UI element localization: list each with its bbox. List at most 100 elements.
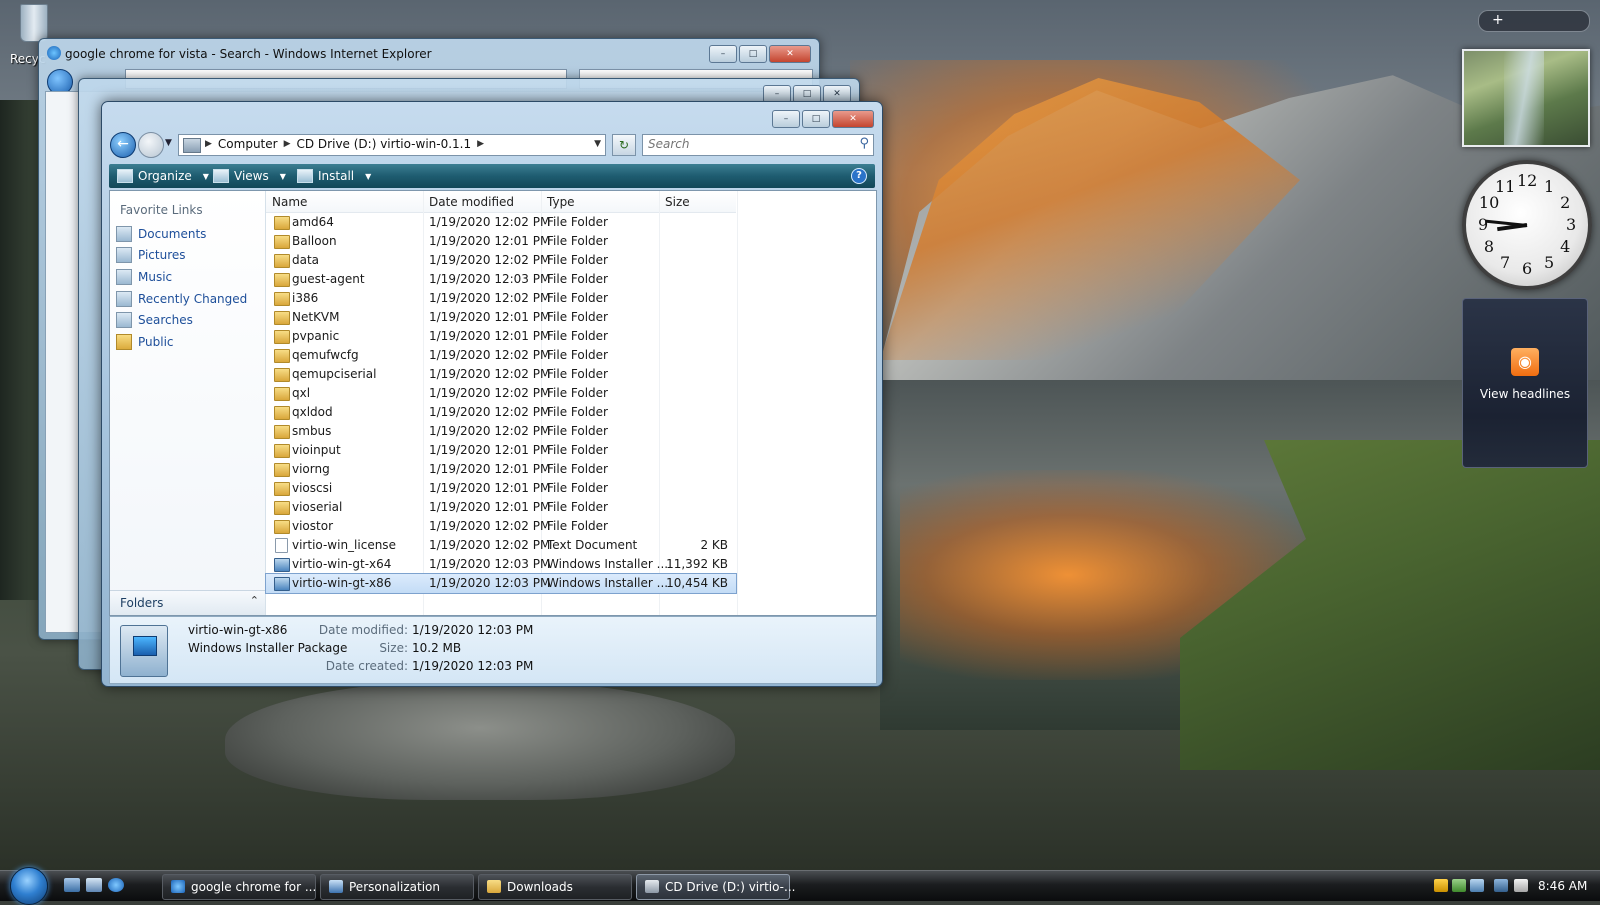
- taskbar-button-ie[interactable]: google chrome for ...: [162, 874, 316, 900]
- sidebar-controls[interactable]: +: [1478, 10, 1590, 32]
- table-row[interactable]: virtio-win_license 1/19/2020 12:02 PM Text…: [266, 536, 736, 555]
- forward-button[interactable]: [138, 132, 164, 158]
- taskbar-button-label: Personalization: [349, 880, 440, 894]
- search-icon[interactable]: ⚲: [859, 136, 869, 151]
- install-button[interactable]: Install ▼: [297, 167, 371, 185]
- search-box[interactable]: ⚲: [642, 134, 874, 156]
- favorite-link-public[interactable]: Public: [116, 331, 247, 353]
- minimize-button[interactable]: –: [772, 110, 800, 128]
- favorite-link-documents[interactable]: Documents: [116, 223, 247, 245]
- column-headers: Name Date modified Type Size: [266, 191, 736, 213]
- recycle-bin-icon: [20, 4, 48, 42]
- file-date-modified: 1/19/2020 12:03 PM: [429, 272, 551, 286]
- start-button[interactable]: [10, 867, 48, 905]
- file-size: 10,454 KB: [666, 576, 728, 590]
- file-name: qxldod: [292, 405, 333, 419]
- explorer-window[interactable]: – □ ✕ ← ▼ ▶ Computer ▶ CD Drive (D:) vir…: [101, 101, 883, 687]
- minimize-button[interactable]: –: [709, 45, 737, 63]
- taskbar-button-cd-drive[interactable]: CD Drive (D:) virtio-...: [636, 874, 795, 900]
- details-date-modified: 1/19/2020 12:03 PM: [412, 623, 534, 637]
- display-icon[interactable]: [1494, 879, 1508, 892]
- table-row[interactable]: qemupciserial 1/19/2020 12:02 PM File Fold…: [266, 365, 736, 384]
- table-row[interactable]: Balloon 1/19/2020 12:01 PM File Folder: [266, 232, 736, 251]
- pictures-icon: [116, 247, 132, 264]
- table-row[interactable]: vioserial 1/19/2020 12:01 PM File Folder: [266, 498, 736, 517]
- favorite-link-searches[interactable]: Searches: [116, 309, 247, 331]
- file-name: vioinput: [292, 443, 341, 457]
- file-date-modified: 1/19/2020 12:01 PM: [429, 234, 551, 248]
- show-desktop-icon[interactable]: [64, 878, 80, 892]
- breadcrumb-cd-drive[interactable]: CD Drive (D:) virtio-win-0.1.1: [297, 137, 472, 151]
- views-button[interactable]: Views ▼: [213, 167, 286, 185]
- file-type: File Folder: [547, 253, 608, 267]
- table-row[interactable]: pvpanic 1/19/2020 12:01 PM File Folder: [266, 327, 736, 346]
- volume-muted-icon[interactable]: [1514, 879, 1528, 892]
- file-name: smbus: [292, 424, 332, 438]
- maximize-button[interactable]: □: [739, 45, 767, 63]
- folders-toggle[interactable]: Folders ⌃: [110, 590, 265, 615]
- table-row[interactable]: viorng 1/19/2020 12:01 PM File Folder: [266, 460, 736, 479]
- breadcrumb-computer[interactable]: Computer: [218, 137, 278, 151]
- address-bar[interactable]: ▶ Computer ▶ CD Drive (D:) virtio-win-0.…: [178, 134, 606, 156]
- table-row[interactable]: NetKVM 1/19/2020 12:01 PM File Folder: [266, 308, 736, 327]
- ie-quick-launch-icon[interactable]: [108, 878, 124, 892]
- table-row[interactable]: qemufwcfg 1/19/2020 12:02 PM File Folder: [266, 346, 736, 365]
- taskbar-button-folder[interactable]: Downloads: [478, 874, 632, 900]
- table-row[interactable]: vioscsi 1/19/2020 12:01 PM File Folder: [266, 479, 736, 498]
- help-icon[interactable]: ?: [851, 168, 867, 184]
- close-button[interactable]: ✕: [832, 110, 874, 128]
- refresh-button[interactable]: ↻: [612, 134, 636, 156]
- favorite-link-music[interactable]: Music: [116, 266, 247, 288]
- back-button[interactable]: ←: [110, 132, 136, 158]
- table-row[interactable]: data 1/19/2020 12:02 PM File Folder: [266, 251, 736, 270]
- file-type: File Folder: [547, 443, 608, 457]
- chevron-right-icon[interactable]: ▶: [205, 139, 212, 149]
- switch-windows-icon[interactable]: [86, 878, 102, 892]
- table-row[interactable]: qxldod 1/19/2020 12:02 PM File Folder: [266, 403, 736, 422]
- table-row[interactable]: amd64 1/19/2020 12:02 PM File Folder: [266, 213, 736, 232]
- table-row[interactable]: guest-agent 1/19/2020 12:03 PM File Folder: [266, 270, 736, 289]
- taskbar-clock[interactable]: 8:46 AM: [1538, 879, 1587, 893]
- taskbar-button-personalization[interactable]: Personalization: [320, 874, 474, 900]
- recent-pages-dropdown[interactable]: ▼: [165, 138, 172, 148]
- chevron-right-icon[interactable]: ▶: [477, 139, 484, 149]
- table-row[interactable]: virtio-win-gt-x86 1/19/2020 12:03 PM Windo…: [265, 573, 737, 594]
- organize-button[interactable]: Organize ▼: [117, 167, 209, 185]
- windows-update-icon[interactable]: [1470, 879, 1484, 892]
- file-type: File Folder: [547, 481, 608, 495]
- clock-numeral: 12: [1517, 171, 1538, 190]
- network-icon[interactable]: [1452, 879, 1466, 892]
- file-date-modified: 1/19/2020 12:02 PM: [429, 405, 551, 419]
- security-shield-icon[interactable]: [1434, 879, 1448, 892]
- table-row[interactable]: viostor 1/19/2020 12:02 PM File Folder: [266, 517, 736, 536]
- table-row[interactable]: qxl 1/19/2020 12:02 PM File Folder: [266, 384, 736, 403]
- favorite-link-pictures[interactable]: Pictures: [116, 245, 247, 267]
- taskbar-button-label: google chrome for ...: [191, 880, 317, 894]
- add-gadget-icon[interactable]: +: [1492, 12, 1504, 28]
- chevron-down-icon: ▼: [202, 171, 209, 181]
- view-headlines-label[interactable]: View headlines: [1463, 387, 1587, 401]
- favorite-link-recently-changed[interactable]: Recently Changed: [116, 288, 247, 310]
- search-input[interactable]: [643, 135, 838, 153]
- chevron-right-icon[interactable]: ▶: [284, 139, 291, 149]
- file-type: File Folder: [547, 310, 608, 324]
- table-row[interactable]: i386 1/19/2020 12:02 PM File Folder: [266, 289, 736, 308]
- file-name: virtio-win-gt-x86: [292, 576, 392, 590]
- clock-gadget[interactable]: 12 1 2 3 4 5 6 7 8 9 10 11: [1462, 160, 1592, 290]
- address-dropdown[interactable]: ▼: [594, 139, 601, 149]
- file-date-modified: 1/19/2020 12:03 PM: [429, 576, 551, 590]
- close-button[interactable]: ✕: [769, 45, 811, 63]
- table-row[interactable]: virtio-win-gt-x64 1/19/2020 12:03 PM Windo…: [266, 555, 736, 574]
- column-size[interactable]: Size: [665, 195, 690, 209]
- file-name: virtio-win-gt-x64: [292, 557, 392, 571]
- feed-headlines-gadget[interactable]: ◉ View headlines: [1462, 298, 1588, 468]
- table-row[interactable]: vioinput 1/19/2020 12:01 PM File Folder: [266, 441, 736, 460]
- column-type[interactable]: Type: [547, 195, 575, 209]
- column-name[interactable]: Name: [272, 195, 307, 209]
- column-date-modified[interactable]: Date modified: [429, 195, 514, 209]
- table-row[interactable]: smbus 1/19/2020 12:02 PM File Folder: [266, 422, 736, 441]
- slideshow-gadget[interactable]: [1462, 49, 1590, 147]
- file-date-modified: 1/19/2020 12:01 PM: [429, 329, 551, 343]
- folder-icon: [274, 387, 290, 401]
- maximize-button[interactable]: □: [802, 110, 830, 128]
